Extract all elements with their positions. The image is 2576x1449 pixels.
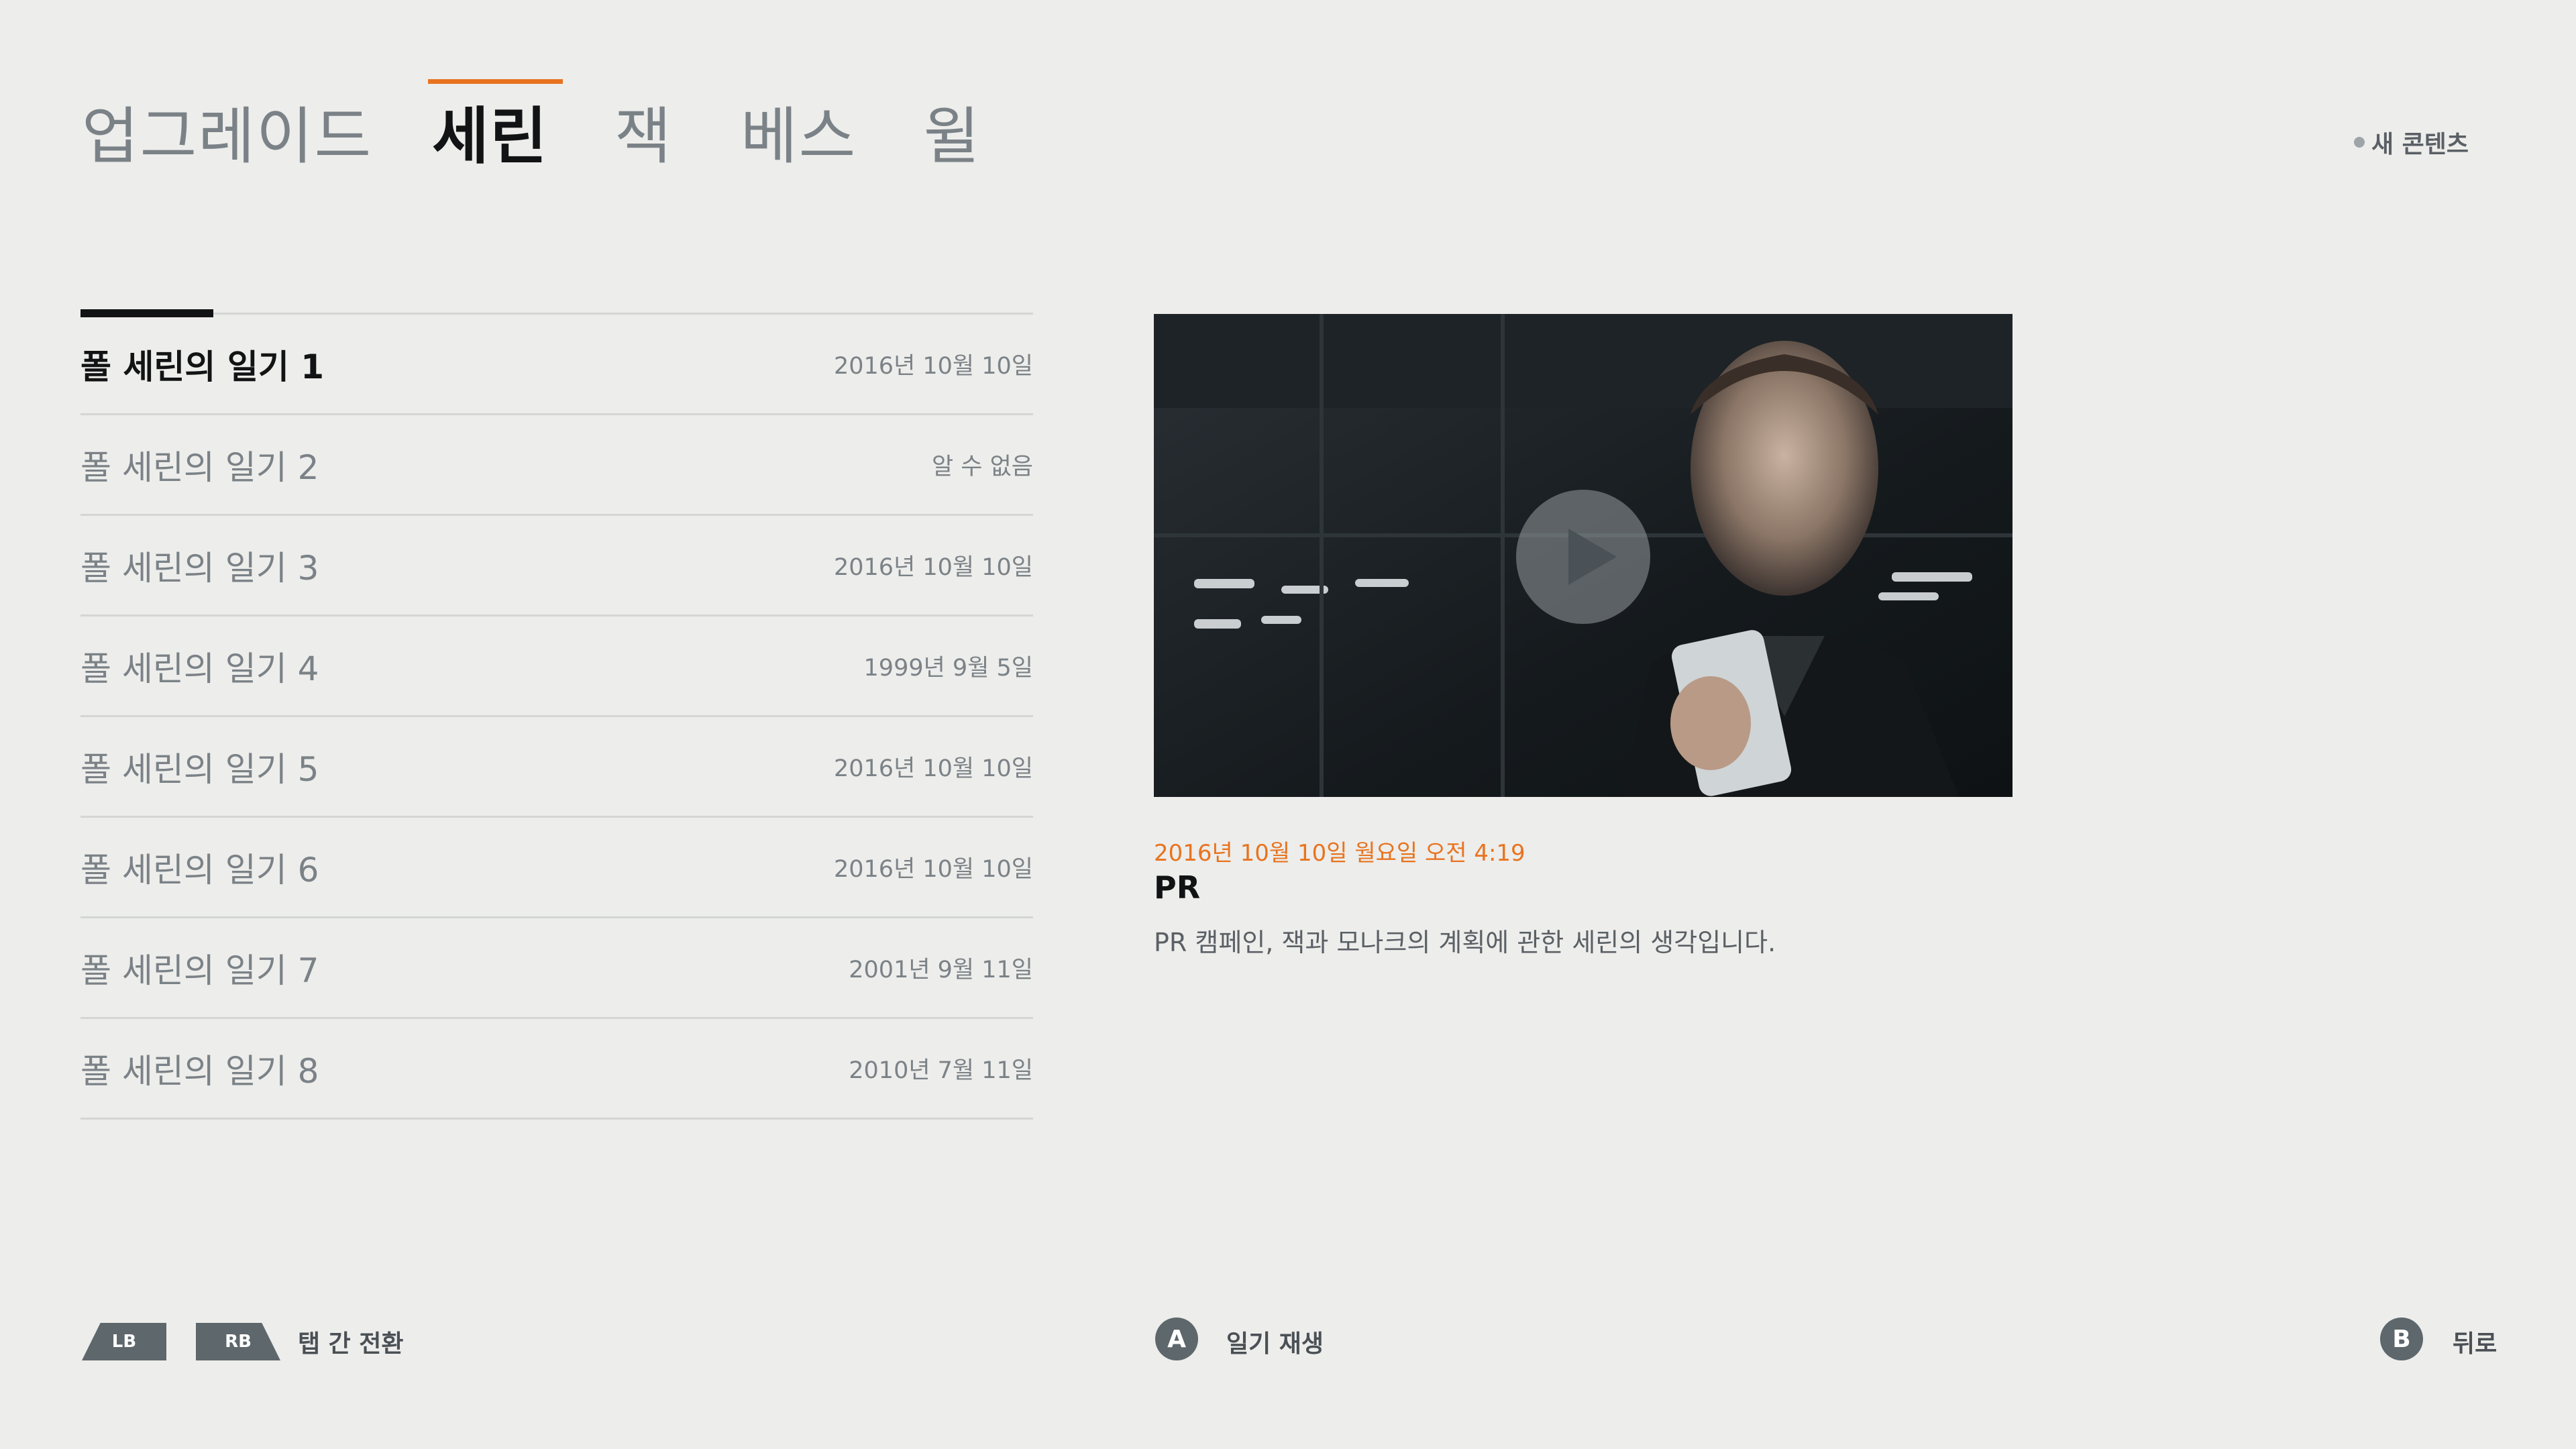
- list-item-title: 폴 세린의 일기 6: [80, 850, 319, 890]
- list-item-title: 폴 세린의 일기 3: [80, 548, 319, 588]
- rb-button[interactable]: RB: [196, 1323, 280, 1360]
- b-button[interactable]: B: [2380, 1318, 2423, 1360]
- list-item[interactable]: 폴 세린의 일기 8 2010년 7월 11일: [80, 1019, 1033, 1120]
- list-item-date: 2016년 10월 10일: [834, 856, 1033, 883]
- tab-will[interactable]: 윌: [923, 79, 981, 168]
- list-item-title: 폴 세린의 일기 2: [80, 447, 319, 487]
- detail-title: PR: [1154, 869, 1201, 906]
- list-item-date: 2001년 9월 11일: [849, 957, 1033, 983]
- switch-tabs-label: 탭 간 전환: [298, 1330, 404, 1358]
- list-divider: [80, 309, 1033, 317]
- list-item[interactable]: 폴 세린의 일기 4 1999년 9월 5일: [80, 616, 1033, 717]
- list-item-title: 폴 세린의 일기 7: [80, 951, 319, 990]
- list-item[interactable]: 폴 세린의 일기 3 2016년 10월 10일: [80, 516, 1033, 616]
- tab-serene[interactable]: 세린: [427, 79, 564, 168]
- new-content-dot-icon: [2353, 137, 2365, 148]
- tab-jack[interactable]: 잭: [614, 79, 673, 168]
- list-item[interactable]: 폴 세린의 일기 5 2016년 10월 10일: [80, 717, 1033, 818]
- diary-list: 폴 세린의 일기 1 2016년 10월 10일 폴 세린의 일기 2 알 수 …: [80, 309, 1033, 1120]
- tab-upgrades[interactable]: 업그레이드: [82, 79, 372, 168]
- list-item-title: 폴 세린의 일기 8: [80, 1051, 319, 1091]
- tab-beth[interactable]: 베스: [741, 79, 857, 168]
- list-item-date: 알 수 없음: [931, 453, 1033, 480]
- list-item-date: 2016년 10월 10일: [834, 755, 1033, 782]
- new-content-indicator: 새 콘텐츠: [2353, 125, 2469, 160]
- play-button[interactable]: [1516, 490, 1650, 624]
- a-button[interactable]: A: [1155, 1318, 1198, 1360]
- play-diary-label: 일기 재생: [1226, 1330, 1324, 1358]
- list-item[interactable]: 폴 세린의 일기 7 2001년 9월 11일: [80, 918, 1033, 1019]
- button-prompts: LB RB 탭 간 전환 A 일기 재생 B 뒤로: [0, 1308, 2576, 1368]
- detail-description: PR 캠페인, 잭과 모나크의 계획에 관한 세린의 생각입니다.: [1154, 928, 1776, 957]
- list-item-title: 폴 세린의 일기 1: [80, 347, 325, 386]
- lb-button[interactable]: LB: [82, 1323, 166, 1360]
- play-icon: [1568, 529, 1617, 585]
- selection-indicator: [80, 309, 213, 317]
- list-item-date: 1999년 9월 5일: [863, 655, 1033, 682]
- list-item-date: 2016년 10월 10일: [834, 353, 1033, 380]
- list-item[interactable]: 폴 세린의 일기 6 2016년 10월 10일: [80, 818, 1033, 918]
- video-thumbnail[interactable]: [1154, 314, 2012, 797]
- detail-timestamp: 2016년 10월 10일 월요일 오전 4:19: [1154, 840, 1525, 867]
- list-item-date: 2016년 10월 10일: [834, 554, 1033, 581]
- back-label: 뒤로: [2453, 1330, 2498, 1358]
- list-item-title: 폴 세린의 일기 4: [80, 649, 319, 688]
- list-item-date: 2010년 7월 11일: [849, 1057, 1033, 1084]
- list-item-title: 폴 세린의 일기 5: [80, 749, 319, 789]
- list-item[interactable]: 폴 세린의 일기 1 2016년 10월 10일: [80, 315, 1033, 415]
- list-item[interactable]: 폴 세린의 일기 2 알 수 없음: [80, 415, 1033, 516]
- new-content-label: 새 콘텐츠: [2371, 131, 2469, 158]
